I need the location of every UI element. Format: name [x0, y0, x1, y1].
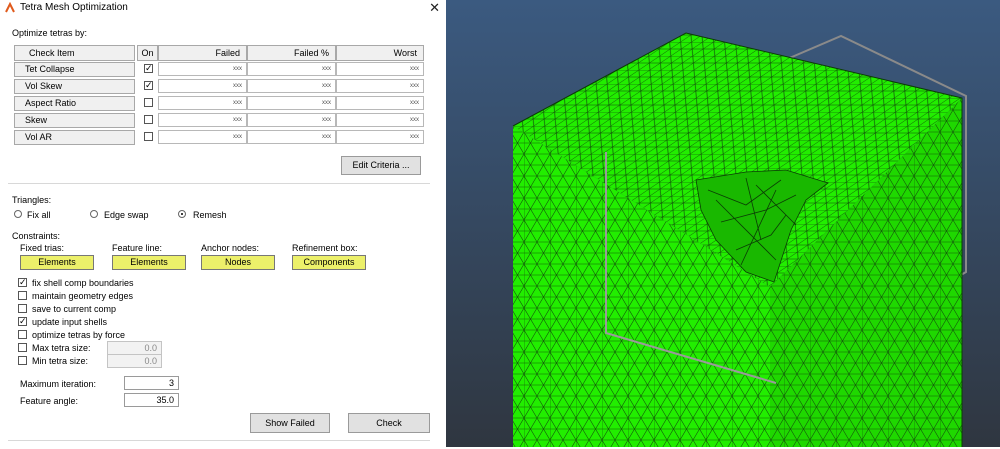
radio-edge-swap-label: Edge swap — [104, 210, 149, 220]
optimize-tetras-by-force-label: optimize tetras by force — [32, 330, 126, 340]
failed-cell: xxx — [158, 79, 247, 93]
show-failed-button[interactable]: Show Failed — [250, 413, 330, 433]
col-header-check-item: Check Item — [14, 45, 135, 61]
on-checkbox-vol-ar[interactable] — [144, 132, 153, 141]
app-logo-icon — [5, 2, 15, 13]
fixed-trias-label: Fixed trias: — [20, 243, 65, 253]
title-bar[interactable]: Tetra Mesh Optimization ✕ — [0, 0, 446, 16]
maintain-geometry-edges-label: maintain geometry edges — [32, 291, 134, 301]
max-tetra-size-label: Max tetra size: — [32, 343, 91, 353]
worst-cell: xxx — [336, 113, 424, 127]
radio-fix-all[interactable] — [14, 210, 22, 218]
save-to-current-comp-checkbox[interactable] — [18, 304, 27, 313]
check-button[interactable]: Check — [348, 413, 430, 433]
refinement-box-components-button[interactable]: Components — [292, 255, 366, 270]
radio-edge-swap[interactable] — [90, 210, 98, 218]
graphics-viewport[interactable] — [446, 0, 1000, 447]
on-checkbox-skew[interactable] — [144, 115, 153, 124]
failed-pct-cell: xxx — [247, 113, 336, 127]
min-tetra-size-label: Min tetra size: — [32, 356, 89, 366]
optimize-tetras-by-force-checkbox[interactable] — [18, 330, 27, 339]
col-header-worst: Worst — [336, 45, 424, 61]
feature-angle-field[interactable]: 35.0 — [124, 393, 179, 407]
anchor-nodes-button[interactable]: Nodes — [201, 255, 275, 270]
feature-line-label: Feature line: — [112, 243, 163, 253]
col-header-failed: Failed — [158, 45, 247, 61]
max-iteration-field[interactable]: 3 — [124, 376, 179, 390]
on-checkbox-aspect-ratio[interactable] — [144, 98, 153, 107]
max-tetra-size-field[interactable]: 0.0 — [107, 341, 162, 355]
failed-cell: xxx — [158, 113, 247, 127]
min-tetra-size-field[interactable]: 0.0 — [107, 354, 162, 368]
failed-cell: xxx — [158, 96, 247, 110]
check-item-skew[interactable]: Skew — [14, 113, 135, 128]
radio-remesh-label: Remesh — [193, 210, 227, 220]
edit-criteria-button[interactable]: Edit Criteria ... — [341, 156, 421, 175]
radio-fix-all-label: Fix all — [27, 210, 51, 220]
divider — [8, 440, 430, 441]
failed-pct-cell: xxx — [247, 62, 336, 76]
max-iteration-label: Maximum iteration: — [20, 379, 97, 389]
failed-pct-cell: xxx — [247, 79, 336, 93]
optimize-section-label: Optimize tetras by: — [12, 28, 88, 38]
check-item-aspect-ratio[interactable]: Aspect Ratio — [14, 96, 135, 111]
constraints-label: Constraints: — [12, 231, 61, 241]
fixed-trias-elements-button[interactable]: Elements — [20, 255, 94, 270]
failed-cell: xxx — [158, 62, 247, 76]
on-checkbox-vol-skew[interactable]: ✓ — [144, 81, 153, 90]
col-header-on: On — [137, 45, 158, 61]
radio-remesh[interactable] — [178, 210, 186, 218]
tetra-mesh-optimization-dialog: Tetra Mesh Optimization ✕ Optimize tetra… — [0, 0, 446, 447]
refinement-box-label: Refinement box: — [292, 243, 358, 253]
worst-cell: xxx — [336, 130, 424, 144]
check-item-tet-collapse[interactable]: Tet Collapse — [14, 62, 135, 77]
feature-angle-label: Feature angle: — [20, 396, 79, 406]
col-header-failed-pct: Failed % — [247, 45, 336, 61]
failed-pct-cell: xxx — [247, 130, 336, 144]
failed-cell: xxx — [158, 130, 247, 144]
check-item-vol-ar[interactable]: Vol AR — [14, 130, 135, 145]
update-input-shells-label: update input shells — [32, 317, 108, 327]
save-to-current-comp-label: save to current comp — [32, 304, 117, 314]
failed-pct-cell: xxx — [247, 96, 336, 110]
min-tetra-size-checkbox[interactable] — [18, 356, 27, 365]
on-checkbox-tet-collapse[interactable]: ✓ — [144, 64, 153, 73]
divider — [8, 183, 430, 184]
maintain-geometry-edges-checkbox[interactable] — [18, 291, 27, 300]
update-input-shells-checkbox[interactable]: ✓ — [18, 317, 27, 326]
fix-shell-comp-boundaries-label: fix shell comp boundaries — [32, 278, 134, 288]
anchor-nodes-label: Anchor nodes: — [201, 243, 260, 253]
fix-shell-comp-boundaries-checkbox[interactable]: ✓ — [18, 278, 27, 287]
feature-line-elements-button[interactable]: Elements — [112, 255, 186, 270]
triangles-label: Triangles: — [12, 195, 52, 205]
close-icon[interactable]: ✕ — [429, 0, 440, 16]
worst-cell: xxx — [336, 96, 424, 110]
mesh-view — [446, 0, 1000, 447]
window-title: Tetra Mesh Optimization — [20, 2, 128, 13]
max-tetra-size-checkbox[interactable] — [18, 343, 27, 352]
check-item-vol-skew[interactable]: Vol Skew — [14, 79, 135, 94]
worst-cell: xxx — [336, 62, 424, 76]
worst-cell: xxx — [336, 79, 424, 93]
